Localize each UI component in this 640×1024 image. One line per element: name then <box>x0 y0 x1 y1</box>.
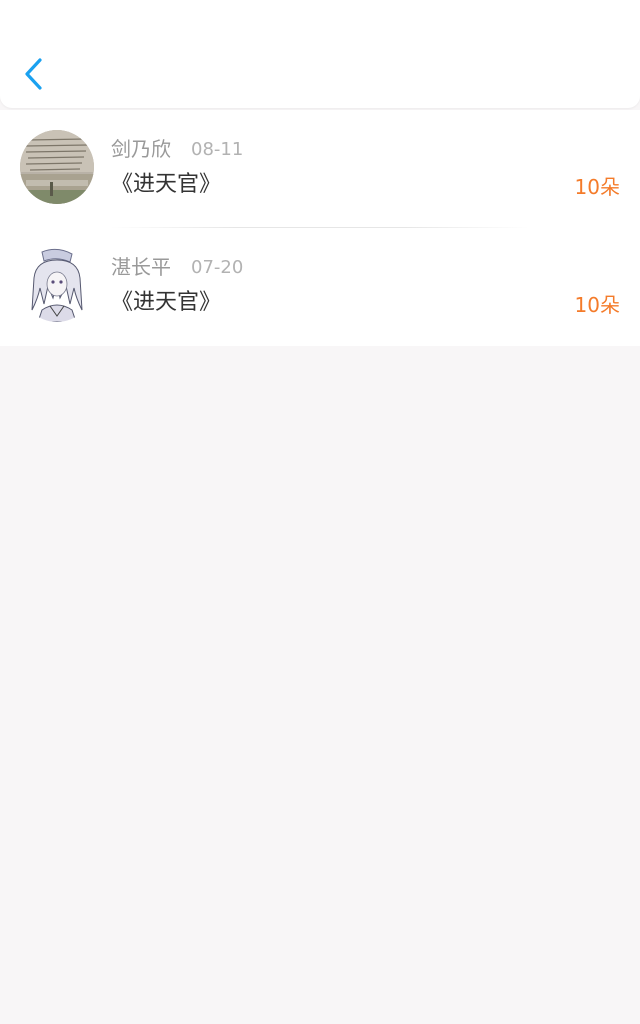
chevron-left-icon <box>16 50 56 98</box>
flower-amount: 10朵 <box>574 293 620 317</box>
top-bar <box>0 0 640 108</box>
avatar[interactable] <box>20 248 94 322</box>
avatar[interactable] <box>20 130 94 204</box>
record-date: 08-11 <box>191 139 244 160</box>
record-date: 07-20 <box>191 257 244 278</box>
book-title[interactable]: 《进天官》 <box>111 288 221 318</box>
sender-name: 剑乃欣 <box>111 137 171 161</box>
book-title[interactable]: 《进天官》 <box>111 170 221 200</box>
list-item[interactable]: 剑乃欣 08-11 《进天官》 10朵 <box>0 110 640 228</box>
back-button[interactable] <box>16 50 56 98</box>
sender-name: 湛长平 <box>111 255 171 279</box>
gift-record-list: 剑乃欣 08-11 《进天官》 10朵 湛长平 07-20 《进天官》 10朵 <box>0 110 640 346</box>
list-item[interactable]: 湛长平 07-20 《进天官》 10朵 <box>0 228 640 346</box>
flower-amount: 10朵 <box>574 175 620 199</box>
